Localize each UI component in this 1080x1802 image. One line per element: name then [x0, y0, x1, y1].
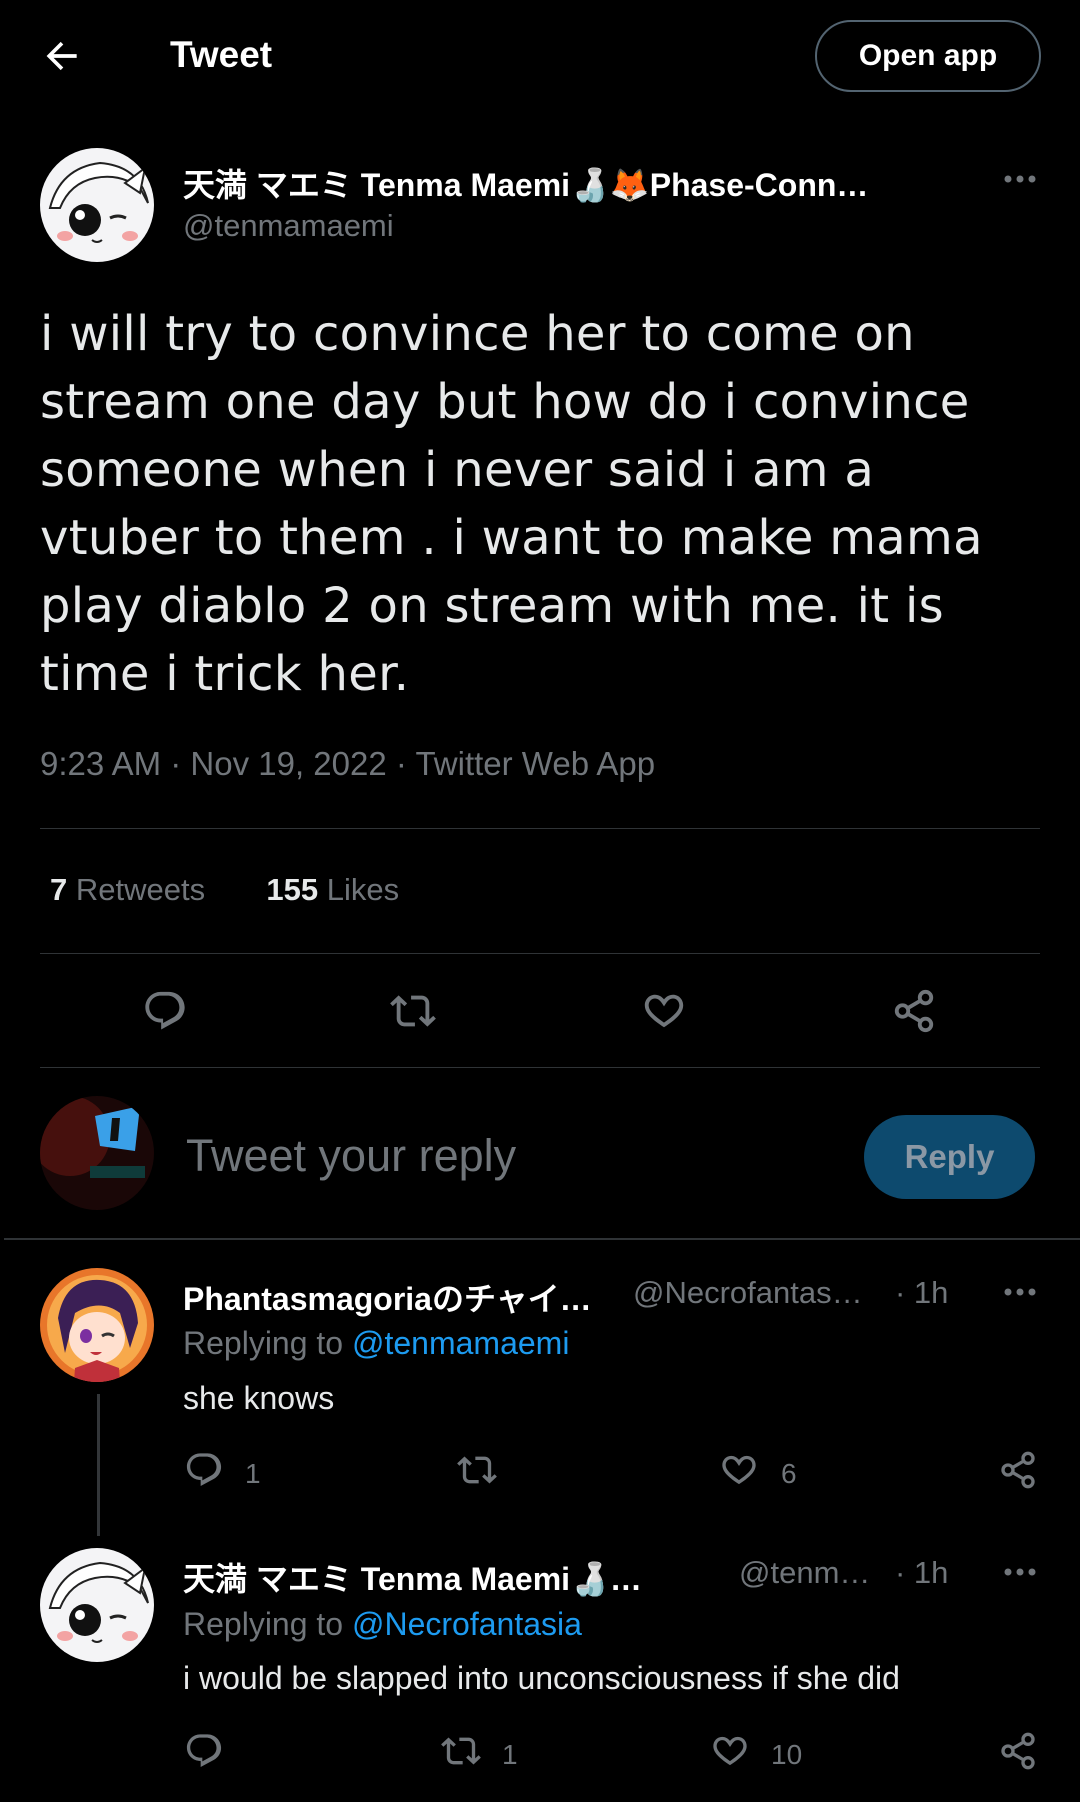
tweet-text: i will try to convince her to come on st… [40, 306, 983, 702]
reply-avatar[interactable] [40, 1548, 154, 1662]
retweet-icon[interactable] [441, 1731, 481, 1771]
reply-display-name[interactable]: Phantasmagoriaのチャイ… [183, 1274, 592, 1320]
thread-line [97, 1394, 100, 1536]
author-handle[interactable]: @tenmamaemi [183, 208, 394, 244]
replying-to: Replying to @Necrofantasia [183, 1606, 582, 1642]
like-icon[interactable] [719, 1450, 759, 1490]
replying-to: Replying to @tenmamaemi [183, 1325, 570, 1361]
more-icon[interactable] [1000, 1562, 1040, 1582]
page-title: Tweet [170, 34, 273, 75]
reply-icon[interactable] [184, 1731, 224, 1771]
share-icon[interactable] [891, 988, 937, 1034]
like-count: 10 [771, 1739, 803, 1770]
current-user-avatar[interactable] [40, 1096, 154, 1210]
retweet-icon[interactable] [390, 988, 436, 1034]
replying-to-link[interactable]: @tenmamaemi [352, 1325, 569, 1361]
divider [40, 1067, 1040, 1068]
reply-time[interactable]: · 1h [895, 1555, 948, 1591]
open-app-button[interactable]: Open app [815, 20, 1041, 92]
divider [40, 828, 1040, 829]
reply-time[interactable]: · 1h [895, 1275, 948, 1311]
reply-display-name[interactable]: 天満 マエミ Tenma Maemi🍶… [183, 1554, 642, 1600]
avatar[interactable] [40, 148, 154, 262]
reply-count: 1 [245, 1458, 261, 1489]
reply-avatar[interactable] [40, 1268, 154, 1382]
share-icon[interactable] [998, 1731, 1038, 1771]
tweet-stats: 7 Retweets 155 Likes [50, 872, 399, 908]
retweet-count: 1 [502, 1739, 518, 1770]
retweets-stat[interactable]: 7 Retweets [50, 872, 205, 907]
reply-button[interactable]: Reply [864, 1115, 1035, 1199]
retweet-icon[interactable] [457, 1450, 497, 1490]
reply-icon[interactable] [184, 1450, 224, 1490]
replying-to-link[interactable]: @Necrofantasia [352, 1606, 582, 1642]
reply-input[interactable]: Tweet your reply [186, 1130, 516, 1182]
divider [40, 953, 1040, 954]
reply-icon[interactable] [142, 988, 188, 1034]
author-display-name[interactable]: 天満 マエミ Tenma Maemi🍶🦊Phase-Conn… [183, 160, 868, 206]
reply-text: she knows [183, 1380, 335, 1416]
like-icon[interactable] [710, 1731, 750, 1771]
reply-handle[interactable]: @tenm… [739, 1555, 870, 1591]
reply-text: i would be slapped into unconsciousness … [183, 1660, 900, 1696]
divider [4, 1238, 1080, 1240]
more-icon[interactable] [1000, 169, 1040, 189]
back-arrow-icon[interactable] [40, 34, 84, 78]
reply-handle[interactable]: @Necrofantas… [633, 1275, 863, 1311]
like-icon[interactable] [641, 988, 687, 1034]
tweet-meta[interactable]: 9:23 AM · Nov 19, 2022 · Twitter Web App [40, 745, 655, 783]
like-count: 6 [781, 1458, 797, 1489]
share-icon[interactable] [998, 1450, 1038, 1490]
likes-stat[interactable]: 155 Likes [266, 872, 399, 907]
more-icon[interactable] [1000, 1282, 1040, 1302]
